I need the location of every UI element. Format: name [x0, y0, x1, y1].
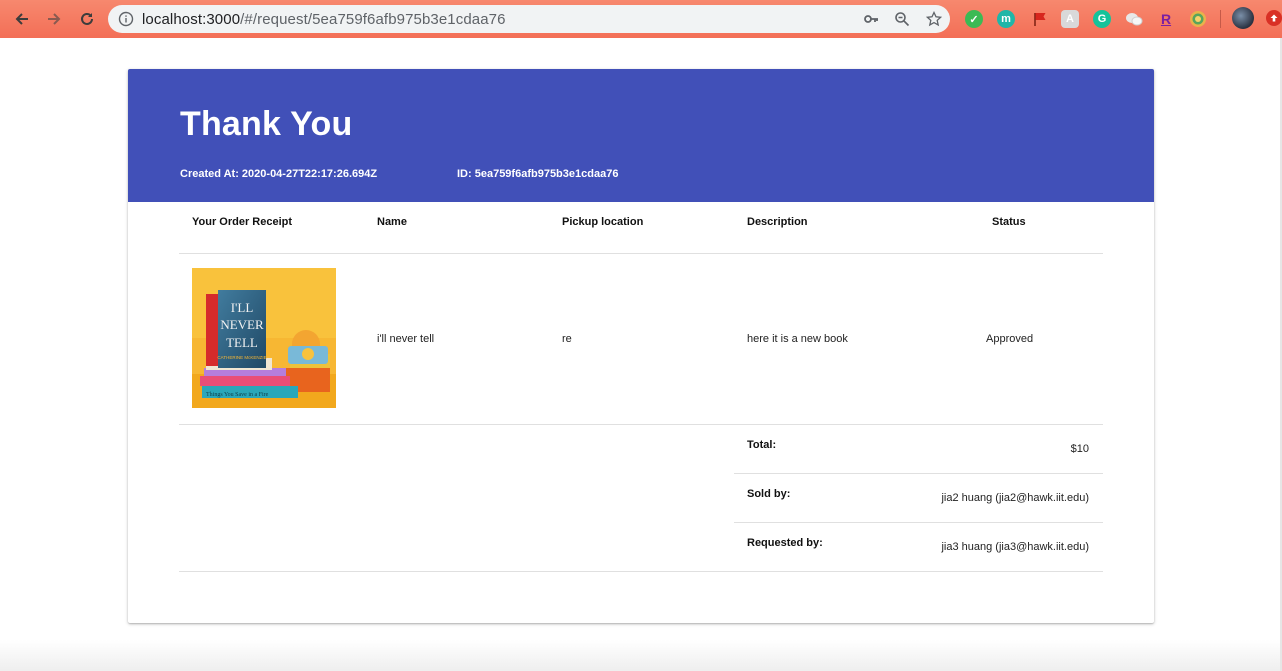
- item-name: i'll never tell: [377, 333, 435, 345]
- back-arrow-icon: [15, 13, 28, 25]
- info-icon[interactable]: [118, 11, 134, 32]
- book-title-line-2: NEVER: [220, 317, 264, 332]
- total-label: Total:: [747, 439, 777, 451]
- summary-divider: [734, 522, 1103, 523]
- translate-icon[interactable]: A: [1061, 10, 1079, 28]
- zoom-icon[interactable]: [893, 10, 911, 28]
- order-id: ID: 5ea759f6afb975b3e1cdaa76: [457, 168, 619, 180]
- toolbar-separator: [1220, 10, 1221, 28]
- bookmark-star-icon[interactable]: [925, 10, 943, 28]
- chat-icon[interactable]: [1125, 10, 1143, 28]
- status-value: Approved: [986, 333, 1034, 345]
- shield-check-icon[interactable]: ✓: [965, 10, 983, 28]
- grammarly-icon[interactable]: G: [1093, 10, 1111, 28]
- url-host: localhost:3000: [142, 11, 241, 28]
- browser-toolbar: localhost:3000/#/request/5ea759f6afb975b…: [0, 0, 1282, 38]
- key-icon[interactable]: [862, 10, 880, 28]
- page-bottom-shadow: [0, 640, 1280, 671]
- url-path: /#/request/5ea759f6afb975b3e1cdaa76: [240, 11, 506, 28]
- book-spine-text: Things You Save in a Fire: [206, 392, 269, 398]
- book-cover-image: I'LL NEVER TELL CATHERINE McKENZIE Thing…: [192, 268, 336, 408]
- header-divider: [179, 253, 1103, 254]
- update-icon[interactable]: [1266, 10, 1282, 26]
- target-icon[interactable]: [1189, 10, 1207, 28]
- column-header-description: Description: [747, 216, 808, 228]
- pickup-location: re: [562, 333, 572, 345]
- page-title: Thank You: [180, 105, 353, 143]
- summary-divider: [734, 473, 1103, 474]
- flag-icon[interactable]: [1031, 10, 1049, 28]
- total-value: $10: [1070, 443, 1089, 455]
- column-header-receipt: Your Order Receipt: [192, 216, 293, 228]
- receipt-card: Thank You Created At: 2020-04-27T22:17:2…: [128, 69, 1154, 623]
- forward-arrow-icon: [48, 13, 61, 25]
- reload-icon: [81, 12, 93, 25]
- created-at: Created At: 2020-04-27T22:17:26.694Z: [180, 168, 378, 180]
- item-description: here it is a new book: [747, 333, 848, 345]
- column-header-status: Status: [992, 216, 1026, 228]
- book-title-line-3: TELL: [226, 335, 258, 350]
- book-author: CATHERINE McKENZIE: [217, 355, 266, 360]
- forward-button[interactable]: [42, 7, 66, 31]
- reload-button[interactable]: [75, 7, 99, 31]
- book-title-line-1: I'LL: [231, 300, 254, 315]
- summary-bottom-divider: [179, 571, 1103, 572]
- sold-by-value: jia2 huang (jia2@hawk.iit.edu): [941, 492, 1089, 504]
- sold-by-label: Sold by:: [747, 488, 791, 500]
- column-header-name: Name: [377, 216, 407, 228]
- requested-by-label: Requested by:: [747, 537, 823, 549]
- url-text: localhost:3000/#/request/5ea759f6afb975b…: [142, 11, 506, 28]
- m-extension-icon[interactable]: m: [997, 10, 1015, 28]
- back-button[interactable]: [10, 7, 34, 31]
- row-divider: [179, 424, 1103, 425]
- profile-avatar[interactable]: [1232, 7, 1254, 29]
- address-bar[interactable]: localhost:3000/#/request/5ea759f6afb975b…: [108, 5, 950, 33]
- r-extension-icon[interactable]: R: [1157, 10, 1175, 28]
- column-header-pickup: Pickup location: [562, 216, 644, 228]
- receipt-header: Thank You Created At: 2020-04-27T22:17:2…: [128, 69, 1154, 202]
- requested-by-value: jia3 huang (jia3@hawk.iit.edu): [941, 541, 1089, 553]
